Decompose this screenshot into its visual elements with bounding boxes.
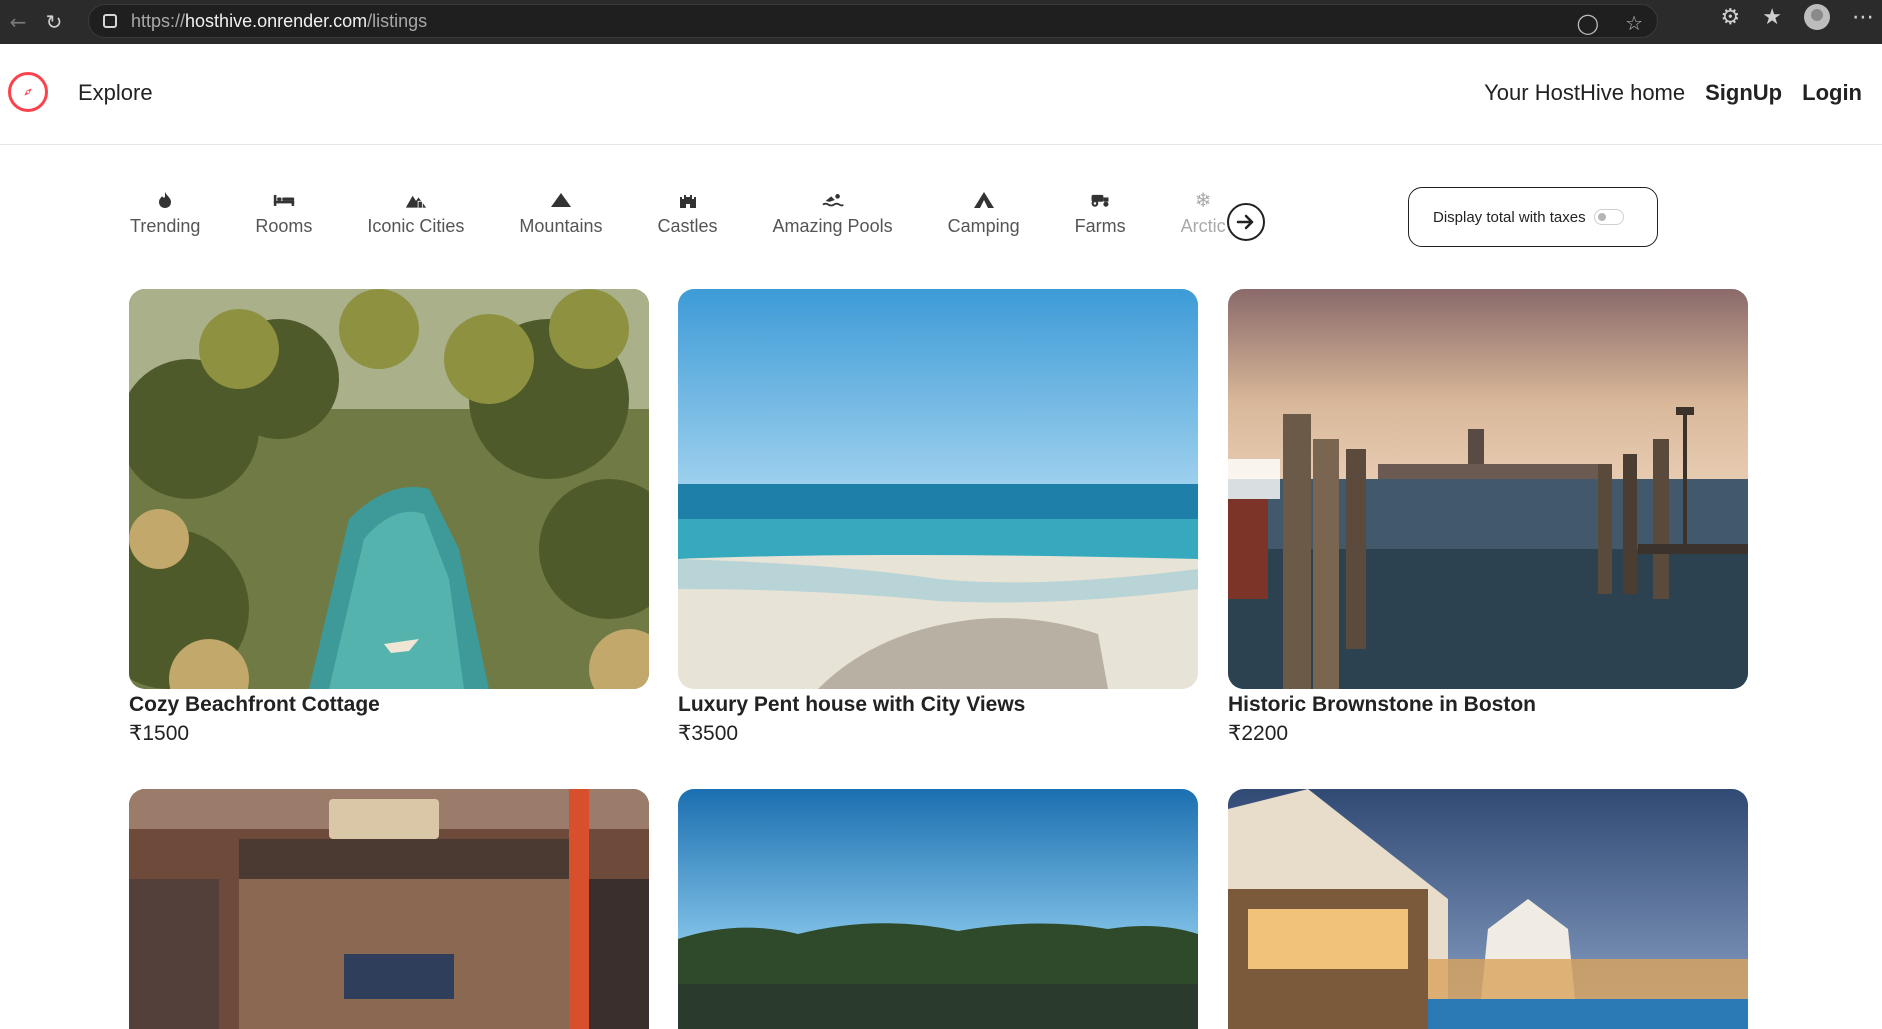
filter-amazing-pools[interactable]: Amazing Pools	[773, 190, 893, 250]
explore-link[interactable]: Explore	[78, 80, 153, 106]
scroll-right-button[interactable]	[1227, 203, 1265, 241]
listing-card[interactable]	[129, 789, 649, 1029]
listing-card[interactable]	[1228, 789, 1748, 1029]
listing-photo[interactable]	[678, 289, 1198, 689]
site-navbar: Explore Your HostHive home SignUp Login	[0, 44, 1882, 145]
listing-title: Historic Brownstone in Boston	[1228, 693, 1537, 716]
bed-icon	[273, 190, 295, 210]
listing-photo[interactable]	[678, 789, 1198, 1029]
url-text: https://hosthive.onrender.com/listings	[131, 10, 428, 31]
castle-icon	[677, 190, 699, 210]
favorite-star-icon[interactable]: ☆	[1625, 11, 1643, 35]
listing-photo[interactable]	[129, 789, 649, 1029]
mountain-icon	[550, 190, 572, 210]
filter-farms[interactable]: Farms	[1075, 190, 1126, 250]
listing-card[interactable]: Cozy Beachfront Cottage ₹1500	[129, 289, 649, 746]
tax-toggle-label: Display total with taxes	[1433, 208, 1586, 226]
listing-photo[interactable]	[129, 289, 649, 689]
host-home-link[interactable]: Your HostHive home	[1484, 80, 1685, 106]
reload-icon[interactable]: ↻	[36, 4, 72, 40]
listing-card[interactable]: Luxury Pent house with City Views ₹3500	[678, 289, 1198, 746]
tax-toggle-box[interactable]: Display total with taxes	[1408, 187, 1658, 247]
more-menu-icon[interactable]: ⋯	[1852, 5, 1874, 30]
fire-icon	[154, 190, 176, 210]
address-bar[interactable]: https://hosthive.onrender.com/listings ◯…	[88, 4, 1658, 38]
category-filters: Trending Rooms Iconic Cities Mountains C…	[130, 190, 1281, 250]
lock-icon	[103, 14, 117, 28]
listing-price: ₹1500	[129, 722, 190, 745]
signup-link[interactable]: SignUp	[1705, 80, 1782, 106]
listing-price: ₹2200	[1228, 722, 1289, 745]
filter-iconic-cities[interactable]: Iconic Cities	[367, 190, 464, 250]
favorites-icon[interactable]: ★	[1762, 5, 1782, 30]
filter-castles[interactable]: Castles	[657, 190, 718, 250]
listing-card[interactable]	[678, 789, 1198, 1029]
filter-camping[interactable]: Camping	[948, 190, 1020, 250]
login-link[interactable]: Login	[1802, 80, 1862, 106]
listing-title: Cozy Beachfront Cottage	[129, 693, 380, 716]
tractor-icon	[1089, 190, 1111, 210]
swimmer-icon	[821, 190, 844, 210]
snowflake-icon: ❄	[1194, 189, 1212, 212]
listing-title: Luxury Pent house with City Views	[678, 693, 1026, 716]
tent-icon	[973, 190, 995, 210]
back-arrow-icon[interactable]: ←	[0, 4, 36, 40]
extensions-icon[interactable]: ⚙	[1721, 5, 1741, 30]
profile-avatar[interactable]	[1804, 4, 1830, 30]
listing-card[interactable]: Historic Brownstone in Boston ₹2200	[1228, 289, 1748, 746]
tax-switch[interactable]	[1593, 209, 1624, 225]
city-icon	[405, 190, 427, 210]
browser-toolbar: ← ↻ https://hosthive.onrender.com/listin…	[0, 0, 1882, 44]
filter-mountains[interactable]: Mountains	[519, 190, 602, 250]
arrow-right-icon	[1236, 214, 1254, 230]
listing-photo[interactable]	[1228, 789, 1748, 1029]
listing-photo[interactable]	[1228, 289, 1748, 689]
filter-trending[interactable]: Trending	[130, 190, 200, 250]
listing-price: ₹3500	[678, 722, 739, 745]
filter-rooms[interactable]: Rooms	[255, 190, 312, 250]
filter-arctic[interactable]: ❄ Arctic	[1181, 190, 1226, 250]
reader-icon[interactable]: ◯	[1577, 11, 1599, 35]
compass-logo-icon[interactable]	[8, 72, 48, 112]
